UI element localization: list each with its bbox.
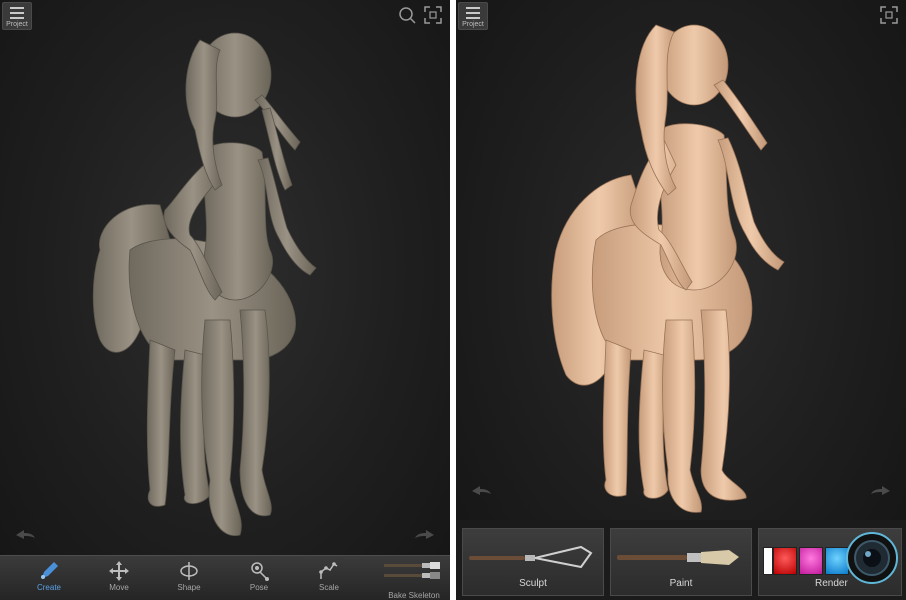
redo-icon[interactable] [870, 484, 892, 496]
bottom-toolbar: Create Move Shape Pose Scale Bake Skelet… [0, 555, 450, 600]
shape-tool-button[interactable]: Shape [164, 558, 214, 600]
tool-label: Scale [318, 583, 339, 592]
swatch-white [763, 547, 773, 575]
shape-icon [180, 562, 198, 580]
frame-view-icon[interactable] [880, 6, 898, 24]
paint-mode-button[interactable]: Paint [610, 528, 752, 596]
bake-label: Bake Skeleton [388, 591, 440, 600]
camera-lens-icon [846, 532, 898, 584]
create-pen-icon [41, 562, 58, 579]
left-viewport[interactable]: Project Create Move Shape Pose Scale Bak… [0, 0, 450, 600]
swatch-red [773, 547, 797, 575]
tool-label: Shape [177, 583, 201, 592]
hamburger-icon [466, 7, 480, 22]
move-tool-button[interactable]: Move [94, 558, 144, 600]
sculpt-model-gray[interactable] [0, 0, 450, 560]
project-menu-button[interactable]: Project [2, 2, 32, 30]
render-label: Render [815, 578, 848, 589]
tool-label: Pose [249, 583, 269, 592]
zoom-fit-icon[interactable] [398, 6, 416, 24]
scale-icon [319, 562, 338, 579]
create-tool-button[interactable]: Create [24, 558, 74, 600]
pose-icon [251, 562, 269, 581]
sculpt-label: Sculpt [519, 578, 547, 589]
undo-icon[interactable] [470, 484, 492, 496]
frame-view-icon[interactable] [424, 6, 442, 24]
undo-icon[interactable] [14, 528, 36, 540]
tool-label: Move [109, 583, 129, 592]
sculpt-mode-button[interactable]: Sculpt [462, 528, 604, 596]
sculpt-model-painted[interactable] [456, 0, 906, 520]
brush-tool-icon [384, 562, 440, 579]
project-label: Project [6, 21, 28, 28]
scale-tool-button[interactable]: Scale [304, 558, 354, 600]
sculpt-tool-icon [469, 545, 593, 569]
swatch-pink [799, 547, 823, 575]
pose-tool-button[interactable]: Pose [234, 558, 284, 600]
tool-label: Create [36, 583, 61, 592]
right-viewport[interactable]: Project Sculpt Paint Render [456, 0, 906, 600]
bake-skeleton-button[interactable]: Bake Skeleton [382, 558, 446, 600]
project-menu-button[interactable]: Project [458, 2, 488, 30]
project-label: Project [462, 21, 484, 28]
redo-icon[interactable] [414, 528, 436, 540]
mode-bar: Sculpt Paint Render [456, 520, 906, 600]
move-arrows-icon [109, 561, 129, 581]
paint-brush-icon [617, 550, 739, 565]
render-mode-button[interactable]: Render [758, 528, 902, 596]
hamburger-icon [10, 7, 24, 22]
paint-label: Paint [669, 578, 693, 589]
